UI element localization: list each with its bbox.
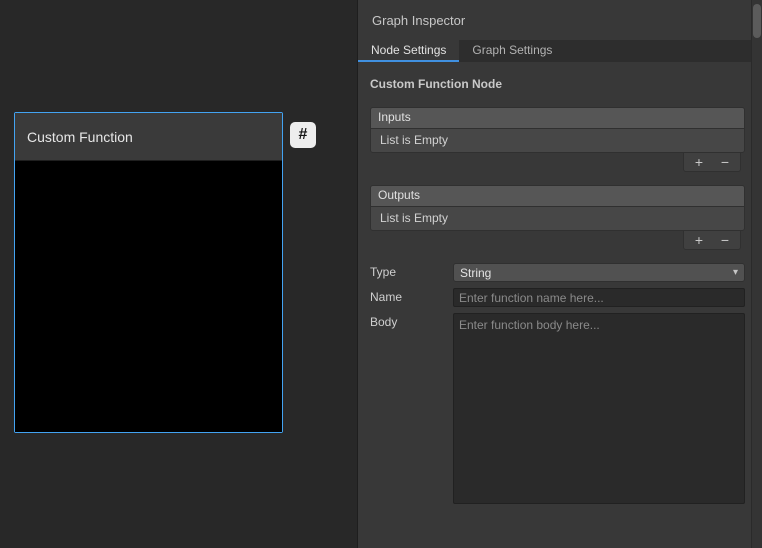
inputs-empty-row: List is Empty — [370, 128, 745, 153]
type-label: Type — [370, 263, 453, 282]
add-input-button[interactable]: + — [688, 155, 710, 169]
inspector-title-bar: Graph Inspector — [358, 0, 762, 40]
node-title: Custom Function — [27, 129, 133, 145]
outputs-list-header: Outputs — [370, 185, 745, 206]
type-dropdown-value: String — [460, 266, 491, 280]
chevron-down-icon: ▾ — [733, 267, 738, 278]
outputs-footer-bar: + − — [683, 231, 741, 250]
name-row: Name — [370, 288, 745, 307]
add-output-button[interactable]: + — [688, 233, 710, 247]
node-title-bar[interactable]: Custom Function — [15, 113, 282, 161]
inspector-title: Graph Inspector — [372, 13, 465, 28]
plus-icon: + — [695, 232, 703, 248]
remove-input-button[interactable]: − — [714, 155, 736, 169]
remove-output-button[interactable]: − — [714, 233, 736, 247]
tab-node-settings-label: Node Settings — [371, 43, 446, 57]
node-hash-badge[interactable]: # — [290, 122, 316, 148]
name-label: Name — [370, 288, 453, 307]
inputs-list-header: Inputs — [370, 107, 745, 128]
body-label: Body — [370, 313, 453, 509]
plus-icon: + — [695, 154, 703, 170]
node-settings-heading: Custom Function Node — [370, 77, 745, 91]
minus-icon: − — [721, 154, 729, 170]
function-body-textarea[interactable] — [453, 313, 745, 504]
inputs-footer-bar: + − — [683, 153, 741, 172]
outputs-empty-row: List is Empty — [370, 206, 745, 231]
outputs-list-title: Outputs — [378, 188, 420, 202]
node-preview-area — [15, 161, 282, 432]
tab-node-settings[interactable]: Node Settings — [358, 40, 459, 62]
hash-icon: # — [299, 126, 308, 144]
tab-graph-settings-label: Graph Settings — [472, 43, 552, 57]
inputs-list-title: Inputs — [378, 110, 411, 124]
tab-graph-settings[interactable]: Graph Settings — [459, 40, 565, 62]
body-row: Body — [370, 313, 745, 509]
type-row: Type String ▾ — [370, 263, 745, 282]
type-dropdown[interactable]: String ▾ — [453, 263, 745, 282]
inspector-scrollbar[interactable] — [751, 0, 762, 548]
outputs-list-footer: + − — [370, 231, 745, 250]
inspector-tabbar: Node Settings Graph Settings — [358, 40, 762, 62]
inspector-content: Custom Function Node Inputs List is Empt… — [358, 62, 762, 509]
inputs-list-footer: + − — [370, 153, 745, 172]
minus-icon: − — [721, 232, 729, 248]
custom-function-node[interactable]: Custom Function — [14, 112, 283, 433]
inputs-list: Inputs List is Empty + − — [370, 107, 745, 172]
outputs-empty-label: List is Empty — [380, 211, 448, 225]
function-name-input[interactable] — [453, 288, 745, 307]
graph-inspector-panel: Graph Inspector Node Settings Graph Sett… — [357, 0, 762, 548]
outputs-list: Outputs List is Empty + − — [370, 185, 745, 250]
inputs-empty-label: List is Empty — [380, 133, 448, 147]
scrollbar-thumb[interactable] — [753, 4, 761, 38]
